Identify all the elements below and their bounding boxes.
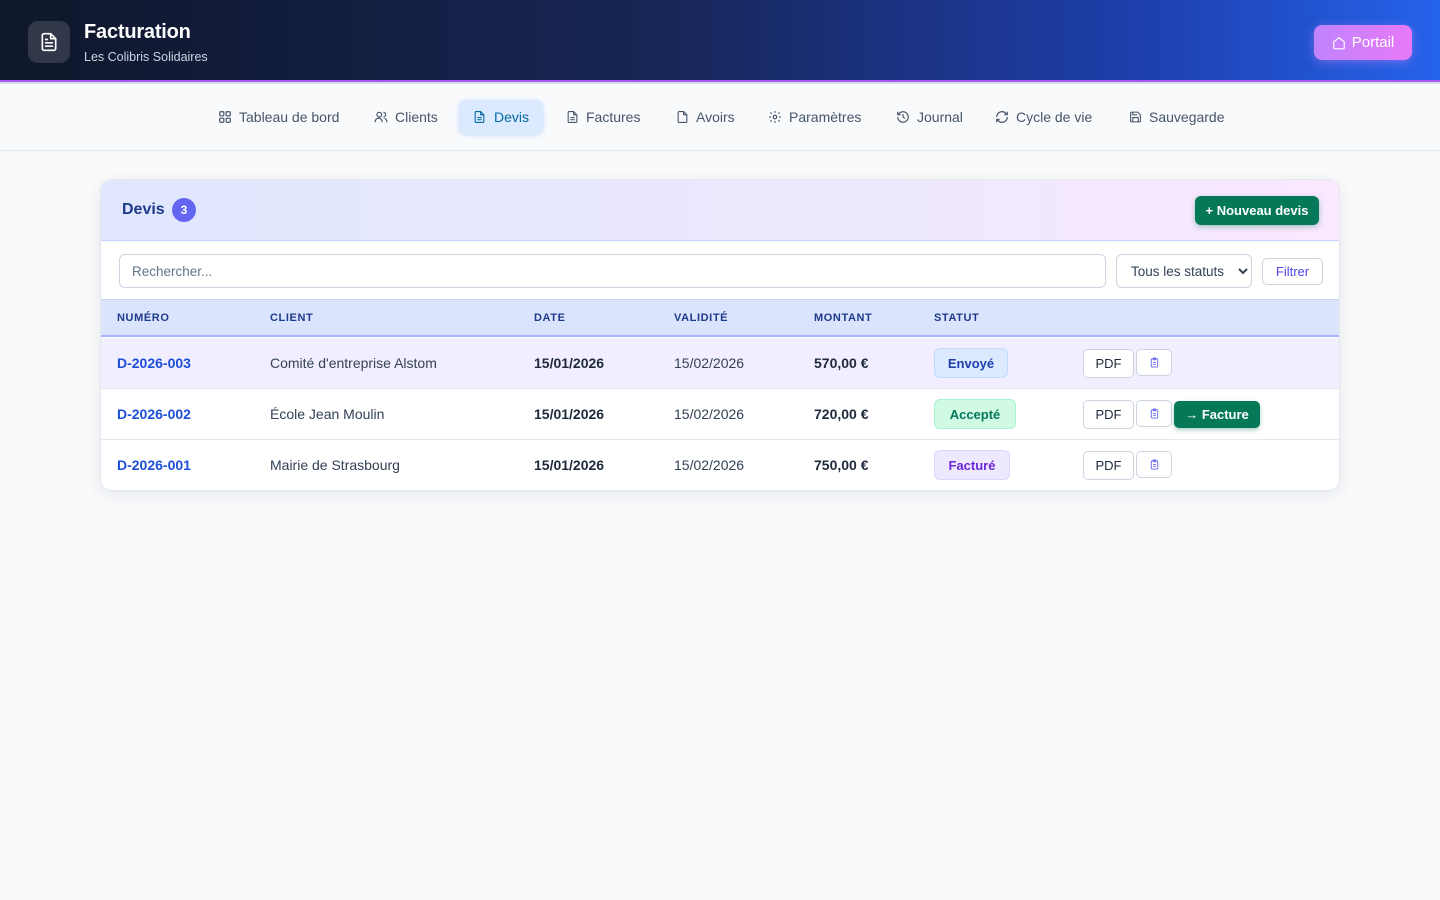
nav-label: Factures xyxy=(586,109,641,125)
save-icon xyxy=(1128,110,1142,124)
app-title: Facturation xyxy=(84,21,191,43)
clipboard-icon xyxy=(1150,459,1158,470)
status-badge: Facturé xyxy=(934,450,1010,480)
column-header-numero: NUMÉRO xyxy=(117,312,170,324)
count-badge: 3 xyxy=(172,198,196,222)
duplicate-button[interactable] xyxy=(1136,451,1172,478)
nav-label: Devis xyxy=(493,109,529,125)
column-header-date: DATE xyxy=(534,312,566,324)
document-icon xyxy=(473,110,487,124)
clipboard-icon xyxy=(1150,408,1158,419)
status-badge: Accepté xyxy=(934,399,1016,429)
users-icon xyxy=(374,110,388,124)
client-name: Mairie de Strasbourg xyxy=(270,457,400,473)
amount: 570,00 € xyxy=(814,355,869,371)
validity-date: 15/02/2026 xyxy=(674,406,745,422)
nav-item-journal[interactable]: Journal xyxy=(896,100,968,134)
devis-date: 15/01/2026 xyxy=(534,355,605,371)
history-icon xyxy=(896,110,910,124)
validity-date: 15/02/2026 xyxy=(674,355,745,371)
document-icon xyxy=(28,21,70,63)
devis-date: 15/01/2026 xyxy=(534,406,605,422)
nav-item-devis[interactable]: Devis xyxy=(459,100,543,134)
nav-label: Paramètres xyxy=(789,109,862,125)
nav-item-factures[interactable]: Factures xyxy=(565,100,645,134)
nav-item-cycle-de-vie[interactable]: Cycle de vie xyxy=(995,100,1099,134)
panel-header: Devis 3 + Nouveau devis xyxy=(101,180,1339,241)
pdf-button[interactable]: PDF xyxy=(1083,451,1134,480)
convert-to-invoice-button[interactable]: → Facture xyxy=(1174,401,1260,428)
column-header-client: CLIENT xyxy=(270,312,314,324)
validity-date: 15/02/2026 xyxy=(674,457,745,473)
filter-toolbar: Tous les statuts Filtrer xyxy=(101,241,1339,299)
table-row[interactable]: D-2026-001 Mairie de Strasbourg 15/01/20… xyxy=(101,440,1339,490)
document-icon xyxy=(565,110,579,124)
clipboard-icon xyxy=(1150,357,1158,368)
devis-panel: Devis 3 + Nouveau devis Tous les statuts… xyxy=(100,179,1340,491)
devis-number-link[interactable]: D-2026-001 xyxy=(117,457,191,473)
table-row[interactable]: D-2026-003 Comité d'entreprise Alstom 15… xyxy=(101,338,1339,389)
refresh-icon xyxy=(995,110,1009,124)
nav-label: Sauvegarde xyxy=(1149,109,1225,125)
panel-title: Devis xyxy=(122,201,165,218)
column-header-validite: VALIDITÉ xyxy=(674,312,729,324)
nav-item-sauvegarde[interactable]: Sauvegarde xyxy=(1128,100,1228,134)
nav-label: Cycle de vie xyxy=(1016,109,1093,125)
organization-name: Les Colibris Solidaires xyxy=(84,50,208,64)
portal-button[interactable]: Portail xyxy=(1314,25,1412,60)
nav-label: Avoirs xyxy=(696,109,735,125)
search-input[interactable] xyxy=(119,254,1106,288)
gear-icon xyxy=(768,110,782,124)
main-nav: Tableau de bord Clients Devis Factures A… xyxy=(0,84,1440,151)
nav-label: Journal xyxy=(917,109,963,125)
client-name: École Jean Moulin xyxy=(270,406,385,422)
amount: 720,00 € xyxy=(814,406,869,422)
nav-item-parametres[interactable]: Paramètres xyxy=(768,100,868,134)
amount: 750,00 € xyxy=(814,457,869,473)
table-row[interactable]: D-2026-002 École Jean Moulin 15/01/2026 … xyxy=(101,389,1339,440)
devis-date: 15/01/2026 xyxy=(534,457,605,473)
client-name: Comité d'entreprise Alstom xyxy=(270,355,437,371)
app-header: Facturation Les Colibris Solidaires Port… xyxy=(0,0,1440,82)
table-header: NUMÉRO CLIENT DATE VALIDITÉ MONTANT STAT… xyxy=(101,299,1339,337)
document-icon xyxy=(675,110,689,124)
nav-item-clients[interactable]: Clients xyxy=(374,100,444,134)
devis-number-link[interactable]: D-2026-002 xyxy=(117,406,191,422)
column-header-montant: MONTANT xyxy=(814,312,873,324)
nav-label: Clients xyxy=(395,109,438,125)
grid-icon xyxy=(218,110,232,124)
status-filter-select[interactable]: Tous les statuts xyxy=(1116,254,1252,288)
nav-item-avoirs[interactable]: Avoirs xyxy=(675,100,739,134)
devis-number-link[interactable]: D-2026-003 xyxy=(117,355,191,371)
status-badge: Envoyé xyxy=(934,348,1008,378)
filter-button[interactable]: Filtrer xyxy=(1262,258,1323,285)
duplicate-button[interactable] xyxy=(1136,349,1172,376)
home-icon xyxy=(1332,36,1345,49)
nav-item-dashboard[interactable]: Tableau de bord xyxy=(218,100,342,134)
column-header-statut: STATUT xyxy=(934,312,980,324)
pdf-button[interactable]: PDF xyxy=(1083,349,1134,378)
nav-label: Tableau de bord xyxy=(239,109,340,125)
portal-label: Portail xyxy=(1351,34,1395,51)
duplicate-button[interactable] xyxy=(1136,400,1172,427)
pdf-button[interactable]: PDF xyxy=(1083,400,1134,429)
new-devis-button[interactable]: + Nouveau devis xyxy=(1195,196,1319,225)
